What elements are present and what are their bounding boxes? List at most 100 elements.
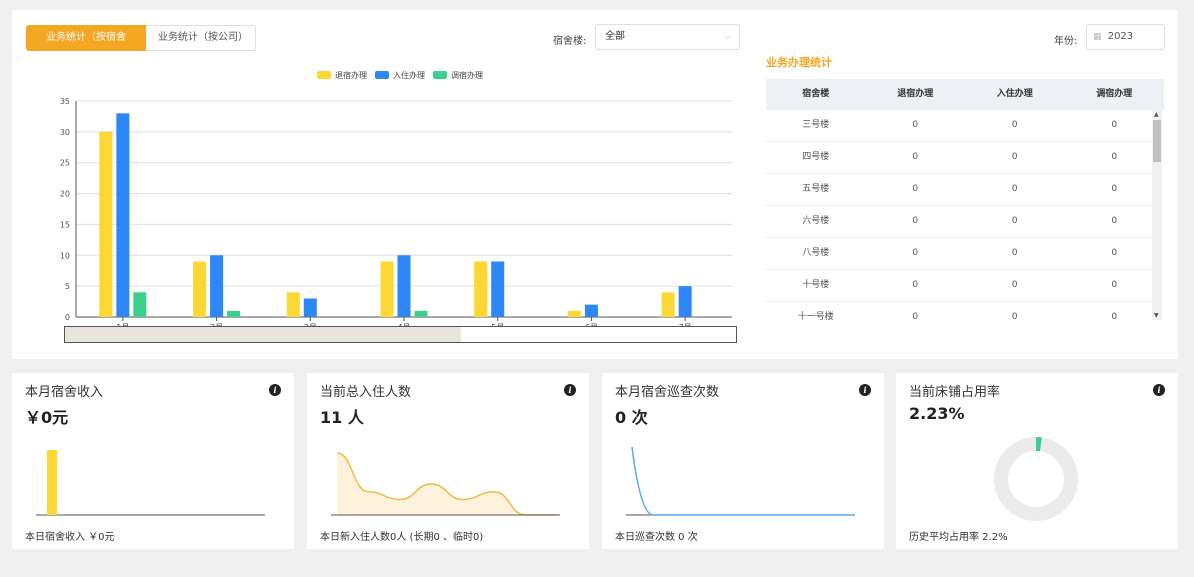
cell-building: 六号楼	[802, 216, 830, 226]
legend-label: 调宿办理	[451, 70, 483, 80]
cell-transfer: 0	[1111, 312, 1118, 321]
cell-checkin: 0	[1011, 216, 1018, 226]
legend-swatch	[433, 71, 447, 79]
bar	[414, 310, 428, 317]
header-checkout: 退宿办理	[897, 89, 934, 99]
card-bed-occupancy: 当前床铺占用率 i 2.23% 历史平均占用率 2.2%	[896, 373, 1178, 549]
table-row: 六号楼 0 0 0	[766, 206, 1164, 238]
cell-building: 八号楼	[802, 248, 830, 258]
table-row: 八号楼 0 0 0	[766, 238, 1164, 270]
chart-zoom-slider[interactable]	[64, 326, 737, 343]
legend-label: 退宿办理	[335, 70, 367, 80]
bar-chart-svg: 05101520253035退宿办理入住办理调宿办理1月2月3月4月5月6月7月	[60, 70, 732, 326]
bar	[380, 261, 394, 317]
cell-checkin: 0	[1011, 280, 1018, 290]
y-tick-label: 20	[60, 190, 70, 199]
cell-checkin: 0	[1011, 312, 1018, 321]
income-bar	[47, 450, 57, 515]
cell-checkin: 0	[1011, 248, 1018, 258]
cell-building: 十一号楼	[797, 312, 834, 321]
bar	[116, 113, 130, 317]
table-header: 宿舍楼 退宿办理 入住办理 调宿办理	[766, 79, 1164, 110]
y-tick-label: 5	[65, 282, 70, 291]
zoom-slider-handle[interactable]	[65, 327, 461, 342]
cell-transfer: 0	[1111, 152, 1118, 162]
header-transfer: 调宿办理	[1096, 89, 1133, 99]
building-select[interactable]: 全部 ⌵	[595, 24, 740, 50]
bar	[397, 255, 411, 317]
building-filter-label: 宿舍楼:	[553, 36, 587, 47]
header-building: 宿舍楼	[802, 89, 830, 99]
stats-table-title: 业务办理统计	[766, 56, 832, 69]
tab-by-company[interactable]: 业务统计（按公司）	[146, 25, 256, 51]
table-scrollbar[interactable]: ▲ ▼	[1152, 110, 1162, 320]
bar	[303, 298, 317, 317]
card-footer: 历史平均占用率 2.2%	[909, 532, 1008, 543]
scrollbar-thumb[interactable]	[1153, 120, 1161, 162]
bar	[133, 292, 147, 317]
year-picker[interactable]: ▦ 2023	[1086, 24, 1165, 50]
scroll-up-icon[interactable]: ▲	[1154, 111, 1159, 118]
cell-transfer: 0	[1111, 216, 1118, 226]
cell-checkout: 0	[912, 216, 919, 226]
bar	[584, 304, 598, 317]
year-value: 2023	[1107, 31, 1134, 42]
y-tick-label: 30	[60, 128, 70, 137]
cell-building: 四号楼	[802, 152, 830, 162]
patrol-trend-chart	[626, 446, 855, 516]
occupancy-donut	[994, 437, 1078, 521]
cell-checkin: 0	[1011, 184, 1018, 194]
card-footer: 本日宿舍收入 ￥0元	[25, 532, 115, 543]
residents-trend-chart	[331, 452, 560, 516]
bar	[227, 310, 241, 317]
bar	[286, 292, 300, 317]
building-select-value: 全部	[605, 31, 625, 42]
legend-swatch	[375, 71, 389, 79]
income-mini-chart	[36, 450, 265, 516]
card-footer: 本日新入住人数0人 (长期0 、临时0)	[320, 532, 484, 543]
table-row: 十号楼 0 0 0	[766, 270, 1164, 302]
legend-label: 入住办理	[393, 70, 425, 80]
calendar-icon: ▦	[1093, 32, 1102, 42]
bar	[567, 310, 581, 317]
y-tick-label: 35	[60, 97, 70, 106]
year-filter-label: 年份:	[1054, 36, 1078, 47]
table-row: 四号楼 0 0 0	[766, 142, 1164, 174]
card-total-residents: 当前总入住人数 i 11 人 本日新入住人数0人 (长期0 、临时0)	[307, 373, 589, 549]
y-tick-label: 15	[60, 220, 70, 229]
bar	[474, 261, 488, 317]
cell-building: 十号楼	[802, 280, 830, 290]
card-monthly-income: 本月宿舍收入 i ￥0元 本日宿舍收入 ￥0元	[12, 373, 294, 549]
residents-trend-area	[337, 453, 557, 515]
bar	[661, 292, 675, 317]
card-footer: 本日巡查次数 0 次	[615, 532, 698, 543]
table-row: 三号楼 0 0 0	[766, 110, 1164, 142]
tab-by-building[interactable]: 业务统计（按宿舍楼）	[26, 25, 146, 67]
y-tick-label: 0	[65, 313, 70, 322]
y-tick-label: 25	[60, 159, 70, 168]
cell-checkout: 0	[912, 312, 919, 321]
cell-building: 三号楼	[802, 120, 830, 130]
stats-table: 宿舍楼 退宿办理 入住办理 调宿办理 三号楼 0 0 0 四号楼 0 0 0 五…	[766, 79, 1164, 321]
bar	[210, 255, 224, 317]
chevron-down-icon: ⌵	[724, 32, 731, 42]
card-patrol-count: 本月宿舍巡查次数 i 0 次 本日巡查次数 0 次	[602, 373, 884, 549]
legend-swatch	[317, 71, 331, 79]
cell-checkout: 0	[912, 248, 919, 258]
cell-transfer: 0	[1111, 248, 1118, 258]
stats-tabs: 业务统计（按宿舍楼） 业务统计（按公司）	[26, 25, 256, 67]
cell-checkout: 0	[912, 184, 919, 194]
table-row: 十一号楼 0 0 0	[766, 302, 1164, 321]
cell-checkout: 0	[912, 120, 919, 130]
cell-transfer: 0	[1111, 280, 1118, 290]
cell-building: 五号楼	[802, 184, 830, 194]
business-bar-chart: 05101520253035退宿办理入住办理调宿办理1月2月3月4月5月6月7月	[42, 56, 742, 346]
cell-checkin: 0	[1011, 120, 1018, 130]
patrol-trend-line	[631, 446, 854, 516]
cell-checkout: 0	[912, 280, 919, 290]
scroll-down-icon[interactable]: ▼	[1154, 312, 1159, 319]
cell-checkin: 0	[1011, 152, 1018, 162]
business-stats-panel: 业务统计（按宿舍楼） 业务统计（按公司） 宿舍楼: 全部 ⌵ 年份: ▦ 202…	[12, 10, 1178, 359]
header-checkin: 入住办理	[996, 89, 1033, 99]
cell-checkout: 0	[912, 152, 919, 162]
